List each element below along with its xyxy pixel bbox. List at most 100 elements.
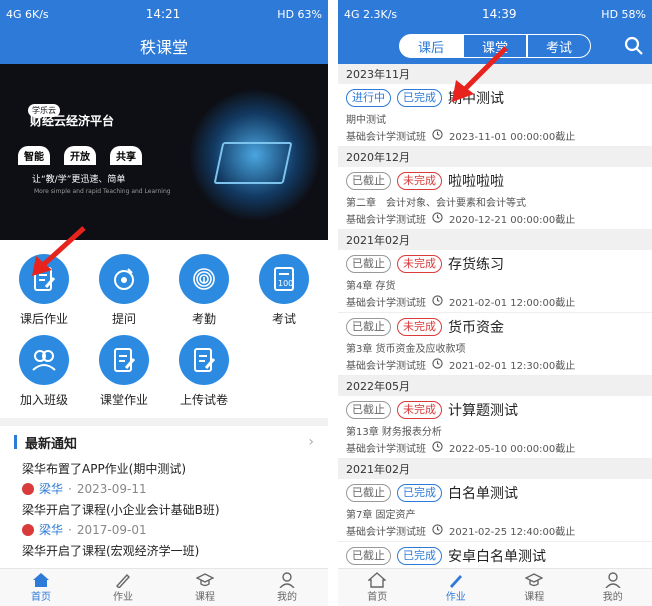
month-header: 2023年11月: [338, 64, 652, 84]
home-icon: [33, 573, 49, 587]
tab-course[interactable]: 课程: [495, 569, 574, 606]
item-meta: 基础会计学测试班 2023-11-01 00:00:00截止: [346, 128, 644, 143]
clock-icon: [432, 357, 443, 372]
app-title: 秩课堂: [0, 28, 328, 64]
feature-join-class[interactable]: 加入班级: [4, 335, 84, 408]
status-badge: 已完成: [397, 547, 442, 565]
separator-dot: ·: [68, 481, 72, 496]
item-header: 已截止 已完成 安卓白名单测试: [346, 546, 644, 566]
chapter-text: 第13章 财务报表分析: [346, 427, 442, 438]
tab-label: 首页: [31, 592, 51, 603]
month-header: 2021年02月: [338, 459, 652, 479]
banner-pill: 开放: [64, 146, 96, 165]
laptop-graphic: [213, 142, 293, 184]
notice-item[interactable]: 梁华开启了课程(小企业会计基础B班) 梁华 · 2017-09-01: [0, 499, 328, 540]
homework-item[interactable]: 已截止 已完成 白名单测试 第7章 固定资产 基础会计学测试班 2021-02-25 12…: [338, 479, 652, 542]
tab-mine[interactable]: 我的: [246, 569, 328, 606]
status-badge: 未完成: [397, 255, 442, 273]
home-screen: 4G 6K/s 14:21 HD 63% 秩课堂 学乐云 财经云经济平台 智能 …: [0, 0, 328, 606]
notice-item[interactable]: 梁华布置了APP作业(期中测试) 梁华 · 2023-09-11: [0, 458, 328, 499]
homework-item[interactable]: 已截止 未完成 计算题测试 第13章 财务报表分析 基础会计学测试班 2022-05-10…: [338, 396, 652, 459]
tab-label: 作业: [113, 592, 133, 603]
promo-banner[interactable]: 学乐云 财经云经济平台 智能 开放 共享 让“教/学”更迅速、简单 More s…: [0, 64, 328, 240]
tab-home[interactable]: 首页: [0, 569, 82, 606]
network-status: 4G 6K/s: [6, 7, 49, 21]
status-badge: 已截止: [346, 172, 391, 190]
header-accent: [14, 435, 17, 449]
class-name: 基础会计学测试班: [346, 444, 426, 455]
avatar: [22, 523, 34, 536]
chapter-text: 第4章 存货: [346, 281, 396, 292]
homework-title: 期中测试: [448, 91, 504, 107]
notice-text: 梁华开启了课程(宏观经济学一班): [22, 544, 200, 558]
notice-text: 梁华开启了课程(小企业会计基础B班): [22, 503, 220, 517]
status-badge: 已完成: [397, 89, 442, 107]
homework-list-screen: 4G 2.3K/s 14:39 HD 58% 课后 课堂 考试 2023年11月…: [338, 0, 652, 606]
class-name: 基础会计学测试班: [346, 527, 426, 538]
notice-item[interactable]: 梁华开启了课程(宏观经济学一班): [0, 540, 328, 561]
item-meta: 基础会计学测试班 2021-02-25 12:40:00截止: [346, 523, 644, 538]
feature-question[interactable]: 提问: [84, 254, 164, 327]
feature-label: 课堂作业: [99, 393, 148, 407]
chevron-right-icon: ›: [308, 434, 314, 450]
feature-label: 课后作业: [19, 312, 68, 326]
battery-status: HD 63%: [277, 7, 322, 21]
tab-label: 课程: [524, 592, 545, 603]
status-bar: 4G 2.3K/s 14:39 HD 58%: [338, 0, 652, 28]
feature-attendance[interactable]: 考勤: [164, 254, 244, 327]
banner-slogan-en: More simple and rapid Teaching and Learn…: [34, 188, 171, 195]
tab-home[interactable]: 首页: [338, 569, 417, 606]
chapter-text: 第二章 会计对象、会计要素和会计等式: [346, 198, 526, 209]
banner-pills: 智能 开放 共享: [18, 146, 142, 165]
graduation-cap-icon: [196, 573, 214, 587]
tab-course[interactable]: 课程: [164, 569, 246, 606]
due-date: 2021-02-01 12:30:00截止: [449, 361, 576, 372]
homework-item[interactable]: 进行中 已完成 期中测试 期中测试基础会计学测试班 2023-11-01 00:00:0…: [338, 84, 652, 147]
tab-homework[interactable]: 作业: [82, 569, 164, 606]
tab-homework[interactable]: 作业: [417, 569, 496, 606]
feature-classwork[interactable]: 课堂作业: [84, 335, 164, 408]
homework-item[interactable]: 已截止 已完成 安卓白名单测试: [338, 542, 652, 570]
homework-item[interactable]: 已截止 未完成 啦啦啦啦 第二章 会计对象、会计要素和会计等式 基础会计学测试班 2020…: [338, 167, 652, 230]
homework-item[interactable]: 已截止 未完成 货币资金第3章 货币资金及应收款项 基础会计学测试班 2021-02-0…: [338, 313, 652, 376]
tab-label: 首页: [367, 592, 388, 603]
tab-mine[interactable]: 我的: [574, 569, 652, 606]
status-badge: 未完成: [397, 318, 442, 336]
feature-upload-paper[interactable]: 上传试卷: [164, 335, 244, 408]
banner-slogan: 让“教/学”更迅速、简单: [32, 175, 126, 185]
feature-label: 上传试卷: [179, 393, 228, 407]
feature-exam[interactable]: 100 考试: [244, 254, 324, 327]
status-badge: 已截止: [346, 484, 391, 502]
clock-icon: [432, 294, 443, 309]
bottom-tab-bar: 首页 作业 课程 我的: [0, 568, 328, 606]
homework-item[interactable]: 已截止 未完成 存货练习 第4章 存货 基础会计学测试班 2021-02-01 12:00…: [338, 250, 652, 313]
notices-header[interactable]: 最新通知 ›: [0, 426, 328, 458]
status-bar: 4G 6K/s 14:21 HD 63%: [0, 0, 328, 28]
status-badge: 已完成: [397, 484, 442, 502]
tab-after-class[interactable]: 课后: [399, 34, 463, 58]
divider: [0, 418, 328, 426]
banner-pill: 智能: [18, 146, 50, 165]
notice-meta: 梁华 · 2023-09-11: [22, 480, 314, 497]
tab-exam[interactable]: 考试: [527, 34, 591, 58]
item-header: 进行中 已完成 期中测试: [346, 88, 644, 108]
fingerprint-icon: [179, 254, 229, 304]
separator-dot: ·: [68, 522, 72, 537]
status-badge: 已截止: [346, 401, 391, 419]
item-header: 已截止 未完成 存货练习: [346, 254, 644, 274]
feature-homework[interactable]: 课后作业: [4, 254, 84, 327]
notice-author: 梁华: [39, 482, 64, 496]
tab-in-class[interactable]: 课堂: [463, 34, 527, 58]
status-badge: 进行中: [346, 89, 391, 107]
search-icon[interactable]: [624, 36, 644, 56]
chapter-text: 第3章 货币资金及应收款项: [346, 344, 466, 355]
clock-icon: [432, 211, 443, 226]
month-header: 2020年12月: [338, 147, 652, 167]
due-date: 2022-05-10 00:00:00截止: [449, 444, 576, 455]
battery-status: HD 58%: [601, 7, 646, 21]
class-name: 基础会计学测试班: [346, 361, 426, 372]
item-meta: 基础会计学测试班 2020-12-21 00:00:00截止: [346, 211, 644, 226]
notice-date: 2023-09-11: [76, 481, 147, 496]
item-header: 已截止 未完成 货币资金: [346, 317, 644, 337]
item-header: 已截止 已完成 白名单测试: [346, 483, 644, 503]
